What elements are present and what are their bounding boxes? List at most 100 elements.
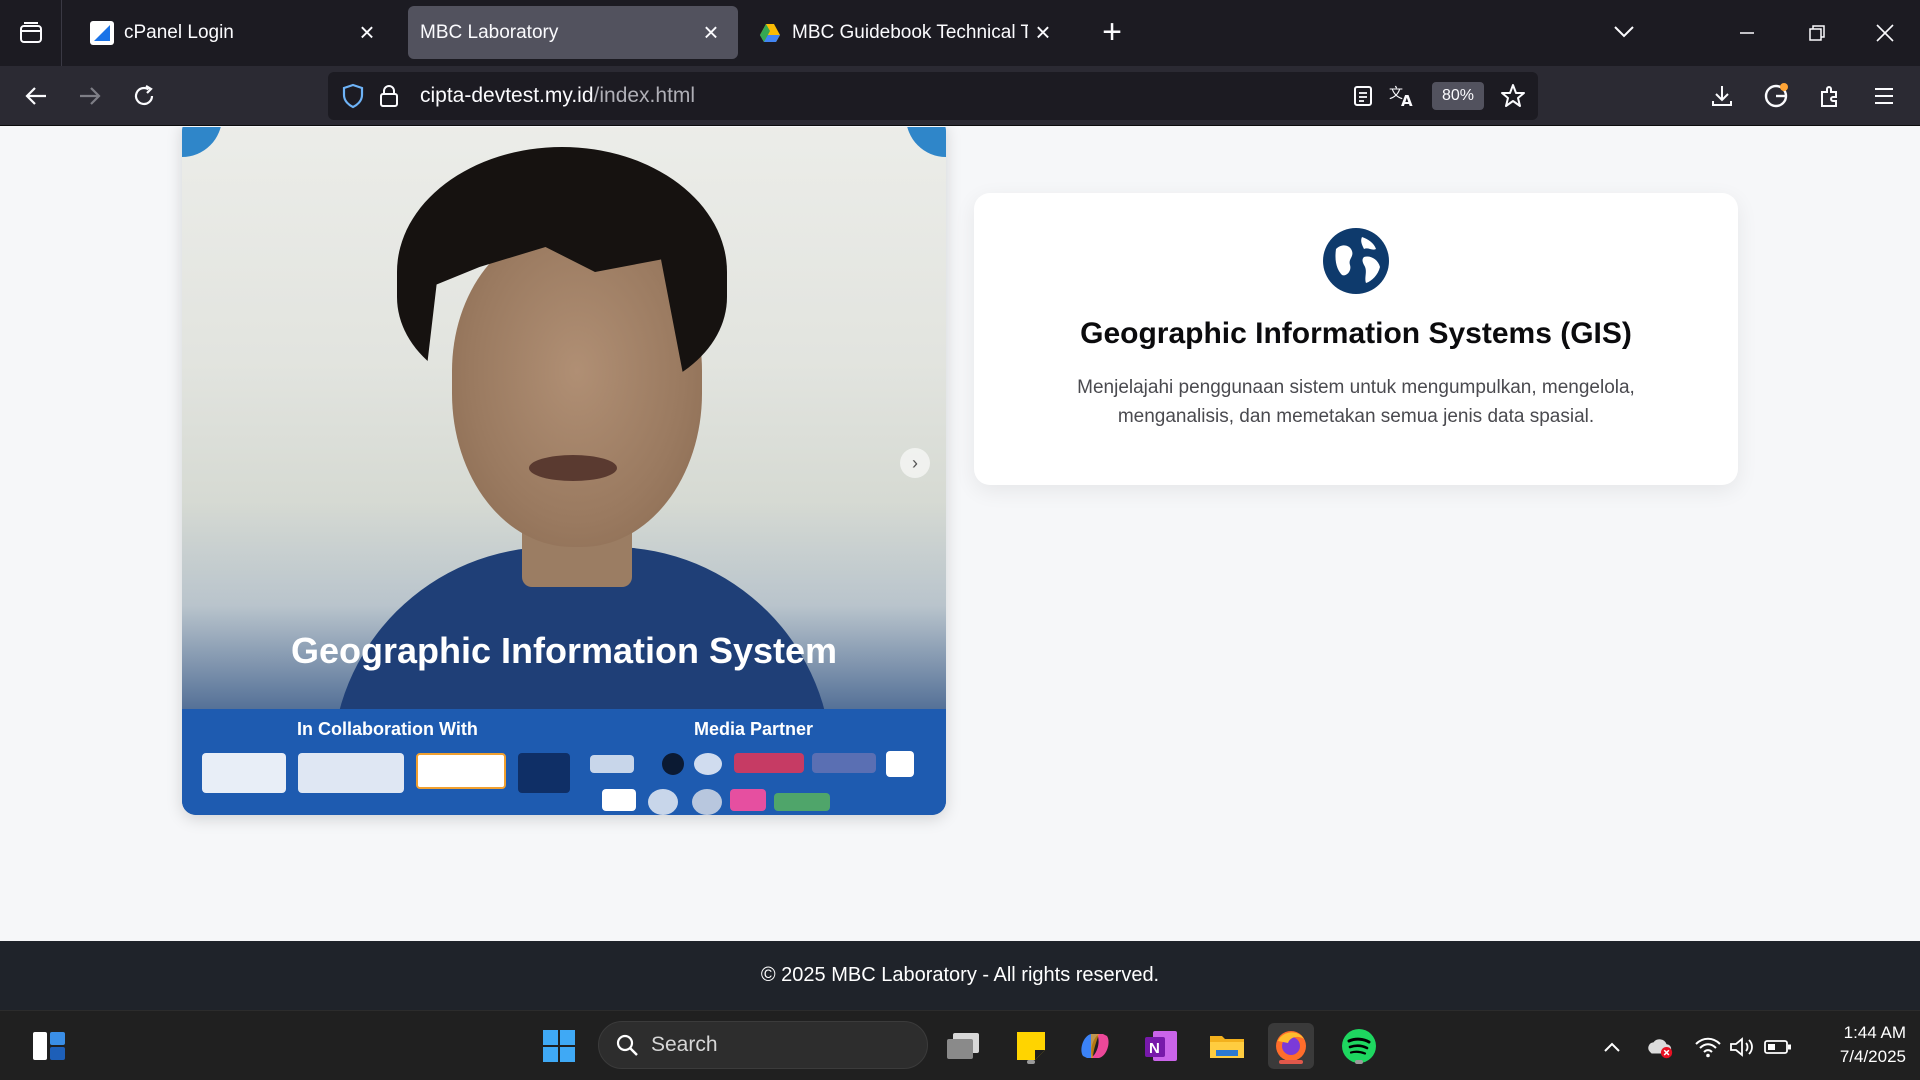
- close-icon: [1876, 24, 1894, 42]
- tracking-protection-shield-icon[interactable]: [338, 81, 368, 111]
- tab-title: MBC Laboratory: [420, 21, 559, 43]
- network-tray[interactable]: [1694, 1033, 1722, 1061]
- svg-text:A: A: [1401, 92, 1413, 108]
- firefox-app[interactable]: [1268, 1023, 1314, 1069]
- partner-logo: [518, 753, 570, 793]
- partner-logo: [886, 751, 914, 777]
- copilot-app[interactable]: [1072, 1023, 1118, 1069]
- url-path: /index.html: [593, 84, 696, 107]
- widgets-icon: [33, 1032, 65, 1060]
- running-indicator: [1355, 1060, 1363, 1064]
- url-host: cipta-devtest.my.id: [420, 84, 594, 107]
- reload-icon: [134, 85, 154, 106]
- restore-icon: [1809, 25, 1825, 41]
- widgets-button[interactable]: [26, 1023, 72, 1069]
- site-footer: © 2025 MBC Laboratory - All rights reser…: [0, 941, 1920, 1010]
- media-partner-label: Media Partner: [694, 719, 814, 739]
- folder-icon: [1210, 1036, 1244, 1058]
- windows-taskbar: Search N 1:44 AM 7/4/2025: [0, 1010, 1920, 1080]
- google-drive-favicon-icon: [758, 21, 782, 45]
- presenter-mouth: [529, 455, 617, 481]
- partner-logo: [662, 753, 684, 775]
- onenote-app[interactable]: N: [1138, 1023, 1184, 1069]
- carousel-next-button[interactable]: ›: [900, 448, 930, 478]
- partner-logo: [298, 753, 404, 793]
- file-explorer-app[interactable]: [1204, 1023, 1250, 1069]
- partner-logo: [602, 789, 636, 811]
- navigation-bar: cipta-devtest.my.id/index.html 文A 80%: [0, 66, 1920, 126]
- volume-tray[interactable]: [1728, 1033, 1756, 1061]
- svg-text:N: N: [1149, 1040, 1160, 1057]
- extensions-button[interactable]: [1808, 74, 1852, 118]
- menu-button[interactable]: [1862, 74, 1906, 118]
- clock-date: 7/4/2025: [1839, 1047, 1906, 1066]
- onedrive-tray[interactable]: [1646, 1033, 1674, 1061]
- bookmark-star-icon[interactable]: [1498, 81, 1528, 111]
- tab-bar: cPanel Login × MBC Laboratory × MBC Guid…: [0, 0, 1920, 66]
- firefox-account-icon: [1764, 83, 1788, 108]
- puzzle-icon: [1821, 86, 1837, 107]
- start-button[interactable]: [536, 1023, 582, 1069]
- chevron-down-icon: [1614, 26, 1634, 38]
- partner-logo: [730, 789, 766, 811]
- close-tab-icon[interactable]: ×: [352, 17, 382, 48]
- partner-logo: [590, 755, 634, 773]
- tab-mbc-laboratory[interactable]: MBC Laboratory ×: [408, 6, 738, 59]
- partner-band: In Collaboration With Media Partner: [182, 709, 946, 815]
- sticky-notes-icon: [1017, 1032, 1045, 1060]
- arrow-left-icon: [25, 87, 46, 105]
- partner-logo: [648, 789, 678, 815]
- firefox-icon: [1276, 1031, 1306, 1061]
- sticky-notes-app[interactable]: [1008, 1023, 1054, 1069]
- forward-button[interactable]: [68, 74, 112, 118]
- url-text[interactable]: cipta-devtest.my.id/index.html: [420, 84, 695, 108]
- partner-logo: [694, 753, 722, 775]
- minimize-icon: [1740, 32, 1754, 34]
- footer-copyright: © 2025 MBC Laboratory - All rights reser…: [760, 964, 1160, 986]
- translate-icon[interactable]: 文A: [1388, 81, 1418, 111]
- globe-icon: [1323, 228, 1389, 294]
- back-button[interactable]: [14, 74, 58, 118]
- spotify-icon: [1342, 1029, 1376, 1063]
- arrow-right-icon: [80, 87, 101, 105]
- tab-mbc-guidebook[interactable]: MBC Guidebook Technical Test ... ×: [744, 6, 1070, 59]
- system-clock[interactable]: 1:44 AM 7/4/2025: [1806, 1021, 1906, 1069]
- tab-overview-icon: [19, 22, 42, 43]
- reload-button[interactable]: [122, 74, 166, 118]
- tab-overview-button[interactable]: [0, 0, 62, 66]
- downloads-button[interactable]: [1700, 74, 1744, 118]
- tab-cpanel-login[interactable]: cPanel Login ×: [72, 6, 394, 59]
- zoom-level-badge[interactable]: 80%: [1432, 82, 1484, 110]
- feature-description: Menjelajahi penggunaan sistem untuk meng…: [1077, 377, 1635, 427]
- account-button[interactable]: [1754, 74, 1798, 118]
- new-tab-button[interactable]: +: [1094, 13, 1130, 51]
- lock-icon[interactable]: [374, 81, 404, 111]
- windows-logo-icon: [543, 1030, 575, 1062]
- copilot-icon: [1081, 1034, 1109, 1058]
- partner-logo: [812, 753, 876, 773]
- partner-logo: [734, 753, 804, 773]
- partner-logo: [692, 789, 722, 815]
- spotify-app[interactable]: [1336, 1023, 1382, 1069]
- close-tab-icon[interactable]: ×: [696, 17, 726, 48]
- partner-logo: [774, 793, 830, 811]
- battery-icon: [1764, 1040, 1791, 1054]
- address-bar[interactable]: cipta-devtest.my.id/index.html 文A 80%: [328, 72, 1538, 120]
- battery-tray[interactable]: [1764, 1033, 1792, 1061]
- cloud-error-icon: [1648, 1039, 1673, 1059]
- list-all-tabs-button[interactable]: [1606, 14, 1642, 50]
- show-hidden-icons-button[interactable]: [1598, 1033, 1626, 1061]
- taskbar-search-box[interactable]: Search: [598, 1021, 928, 1069]
- restore-button[interactable]: [1794, 10, 1840, 56]
- minimize-button[interactable]: [1724, 10, 1770, 56]
- task-view-button[interactable]: [940, 1023, 986, 1069]
- feature-title: Geographic Information Systems (GIS): [1080, 317, 1632, 350]
- speaker-icon: [1730, 1037, 1753, 1057]
- tab-title: MBC Guidebook Technical Test ...: [792, 21, 1028, 43]
- video-caption: Geographic Information System: [290, 630, 838, 671]
- video-carousel-card[interactable]: Geographic Information System In Collabo…: [182, 127, 946, 815]
- reader-view-icon[interactable]: [1348, 81, 1378, 111]
- close-window-button[interactable]: [1862, 10, 1908, 56]
- close-tab-icon[interactable]: ×: [1028, 17, 1058, 48]
- search-icon: [616, 1034, 638, 1056]
